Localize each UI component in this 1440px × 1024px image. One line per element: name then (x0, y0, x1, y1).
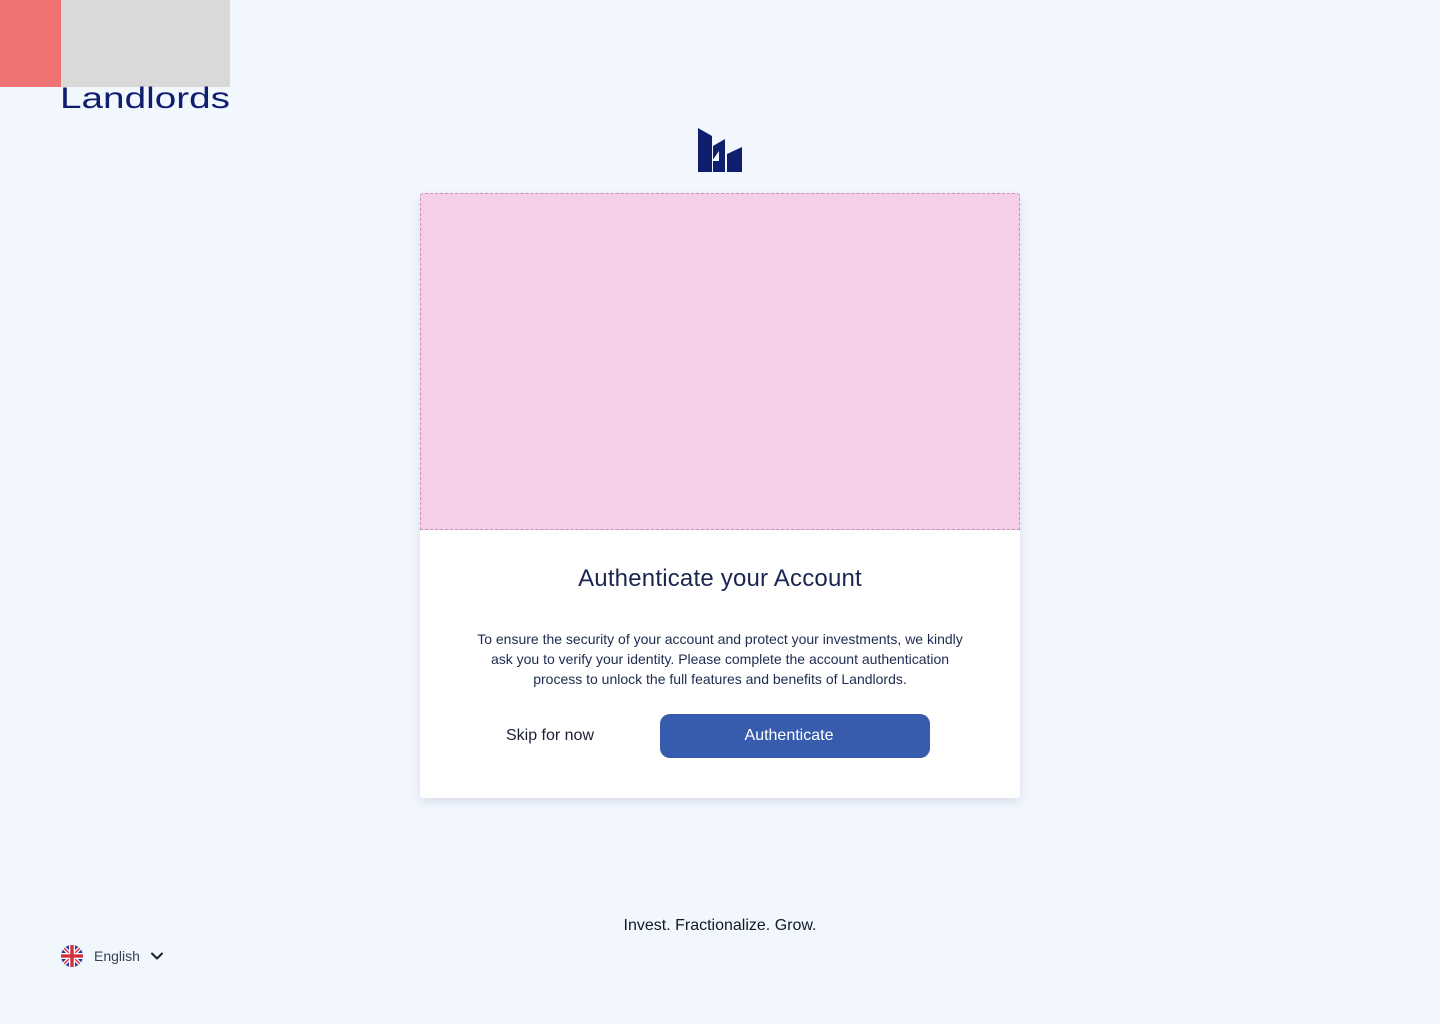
authenticate-button[interactable]: Authenticate (660, 714, 930, 758)
wordmark-text: Landlords (60, 82, 230, 114)
authentication-card: Authenticate your Account To ensure the … (420, 193, 1020, 798)
language-selector[interactable]: English (61, 944, 165, 968)
brand-placeholder-block (61, 0, 230, 87)
chevron-down-icon (150, 952, 163, 960)
brand-accent-block (0, 0, 61, 87)
tagline: Invest. Fractionalize. Grow. (623, 917, 817, 934)
uk-flag-icon (61, 945, 83, 967)
language-label: English (94, 948, 140, 964)
card-title: Authenticate your Account (578, 565, 862, 592)
card-description: To ensure the security of your account a… (477, 631, 963, 687)
landlords-wordmark-logo[interactable]: Landlords (60, 82, 232, 114)
skip-for-now-button[interactable]: Skip for now (480, 714, 620, 758)
landlords-emblem-icon (698, 128, 742, 172)
card-illustration-placeholder (420, 193, 1020, 530)
